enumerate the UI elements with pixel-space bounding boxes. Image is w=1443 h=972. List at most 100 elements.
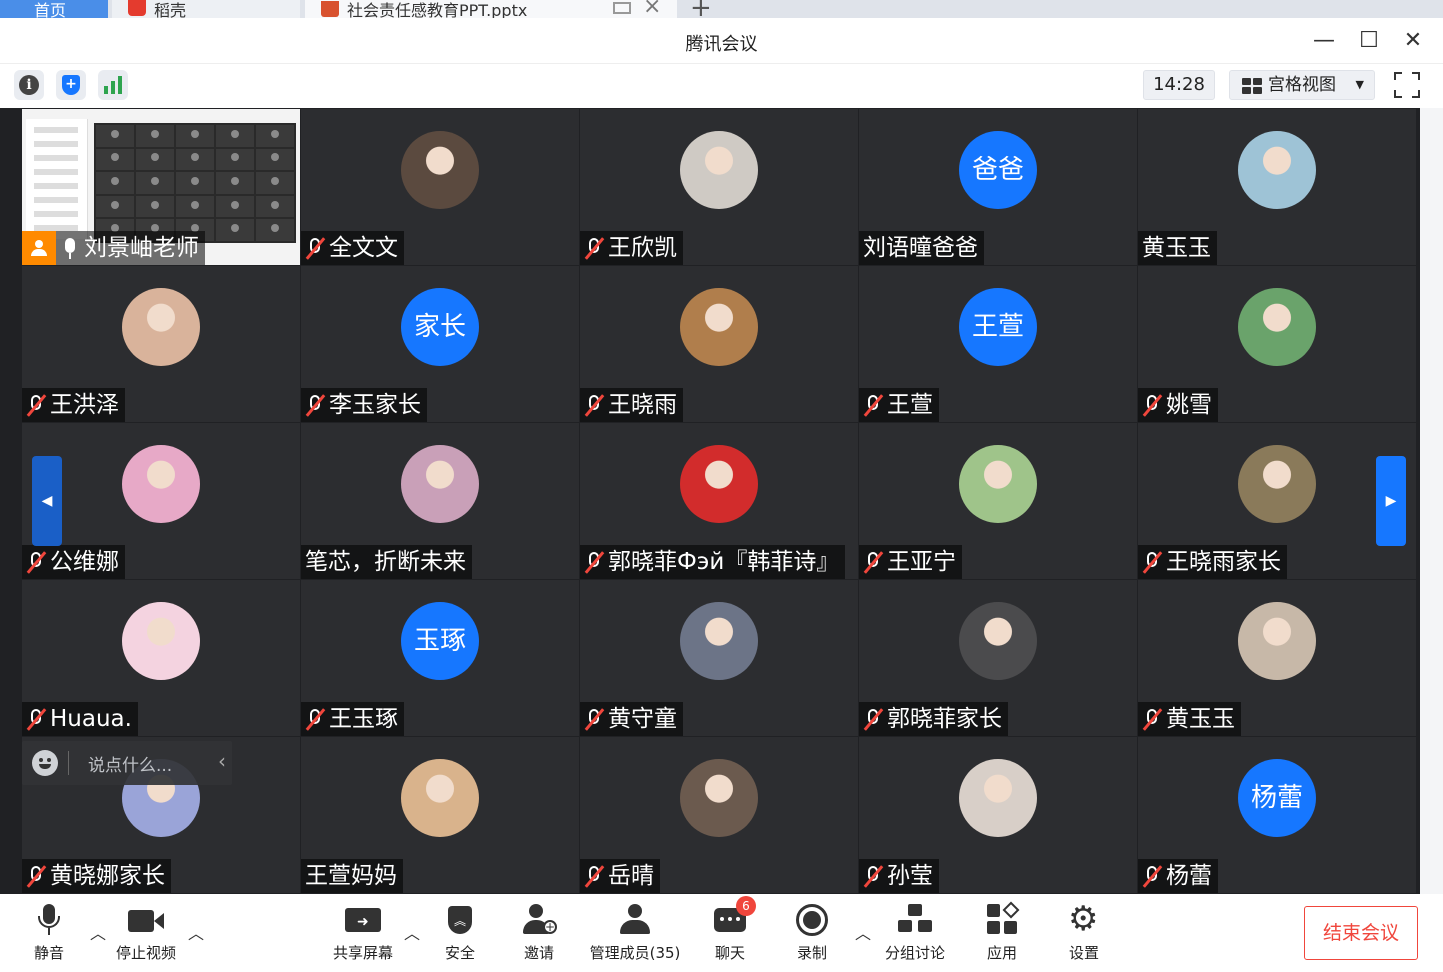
participant-tile[interactable]: 王洪泽 bbox=[22, 266, 300, 422]
record-button[interactable]: 录制 bbox=[792, 902, 832, 963]
participant-tile[interactable]: 王萱妈妈 bbox=[301, 737, 579, 893]
microphone-icon bbox=[29, 902, 69, 938]
end-meeting-button[interactable]: 结束会议 bbox=[1304, 906, 1418, 960]
emoji-icon[interactable] bbox=[32, 750, 58, 776]
participant-tile[interactable]: 王晓雨家长 bbox=[1138, 423, 1416, 579]
chat-quick-input[interactable]: 说点什么... ‹ bbox=[22, 741, 232, 785]
participant-tile[interactable]: 王亚宁 bbox=[859, 423, 1137, 579]
participant-tile[interactable]: 玉琢 王玉琢 bbox=[301, 580, 579, 736]
invite-button[interactable]: + 邀请 bbox=[519, 902, 559, 963]
stop-video-button[interactable]: 停止视频 bbox=[112, 902, 180, 963]
avatar-photo bbox=[122, 602, 200, 680]
participant-name-tag: 郭晓菲Фэй『韩菲诗』 bbox=[580, 545, 846, 579]
security-status-button[interactable]: + bbox=[56, 70, 86, 100]
participant-tile[interactable]: 姚雪 bbox=[1138, 266, 1416, 422]
chat-button[interactable]: 6 聊天 bbox=[710, 896, 756, 963]
chat-input-placeholder[interactable]: 说点什么... bbox=[88, 751, 172, 776]
share-screen-icon: ➜ bbox=[343, 902, 383, 938]
participant-tile[interactable]: 郭晓菲家长 bbox=[859, 580, 1137, 736]
participant-tile[interactable]: 全文文 bbox=[301, 109, 579, 265]
os-tab-daoke[interactable]: 稻壳 bbox=[112, 0, 300, 18]
os-tab-ppt[interactable]: 社会责任感教育PPT.pptx × bbox=[305, 0, 677, 18]
avatar-photo bbox=[959, 759, 1037, 837]
security-button[interactable]: ︽ 安全 bbox=[440, 902, 480, 963]
record-icon bbox=[792, 902, 832, 938]
settings-button[interactable]: ⚙ 设置 bbox=[1064, 902, 1104, 963]
next-page-button[interactable]: ▶ bbox=[1376, 456, 1406, 546]
participant-tile[interactable]: 笔芯，折断未来 bbox=[301, 423, 579, 579]
avatar-photo bbox=[680, 288, 758, 366]
participant-tile[interactable]: Huaua. bbox=[22, 580, 300, 736]
participant-tile[interactable]: 黄玉玉 bbox=[1138, 580, 1416, 736]
video-options-chevron-icon[interactable]: ︿ bbox=[188, 920, 204, 944]
window-title: 腾讯会议 bbox=[685, 34, 758, 55]
avatar-photo bbox=[680, 131, 758, 209]
participant-tile[interactable]: 王萱 王萱 bbox=[859, 266, 1137, 422]
participant-name-tag: 岳晴 bbox=[580, 859, 660, 893]
new-tab-button[interactable]: + bbox=[690, 0, 720, 18]
breakout-rooms-button[interactable]: 分组讨论 bbox=[882, 902, 948, 963]
participant-tile[interactable]: 黄玉玉 bbox=[1138, 109, 1416, 265]
meeting-info-button[interactable]: i bbox=[14, 70, 44, 100]
participant-name: 笔芯，折断未来 bbox=[305, 549, 466, 575]
record-options-chevron-icon[interactable]: ︿ bbox=[855, 920, 871, 944]
participant-name-tag: 王亚宁 bbox=[859, 545, 962, 579]
participant-tile[interactable]: 黄守童 bbox=[580, 580, 858, 736]
microphone-muted-icon bbox=[584, 550, 605, 574]
participant-name-tag: 王洪泽 bbox=[22, 388, 125, 422]
microphone-muted-icon bbox=[1142, 707, 1163, 731]
window-edge bbox=[1420, 108, 1443, 894]
avatar-photo bbox=[122, 288, 200, 366]
participant-name: 王玉琢 bbox=[329, 706, 398, 732]
manage-members-button[interactable]: 管理成员(35) bbox=[587, 902, 683, 963]
participant-name: 黄玉玉 bbox=[1142, 235, 1211, 261]
participant-tile[interactable]: 孙莹 bbox=[859, 737, 1137, 893]
microphone-muted-icon bbox=[584, 707, 605, 731]
avatar-photo bbox=[1238, 288, 1316, 366]
participant-tile[interactable]: 杨蕾 杨蕾 bbox=[1138, 737, 1416, 893]
view-mode-select[interactable]: 宫格视图 ▼ bbox=[1229, 70, 1375, 100]
minimize-button[interactable]: — bbox=[1309, 26, 1339, 56]
os-tab-home[interactable]: 首页 bbox=[0, 0, 108, 18]
participant-tile[interactable]: 爸爸 刘语曈爸爸 bbox=[859, 109, 1137, 265]
participant-tile[interactable]: 王晓雨 bbox=[580, 266, 858, 422]
daoke-logo-icon bbox=[128, 0, 146, 16]
prev-page-button[interactable]: ◀ bbox=[32, 456, 62, 546]
microphone-muted-icon bbox=[1142, 393, 1163, 417]
tab-close-icon[interactable]: × bbox=[643, 0, 661, 18]
add-user-icon: + bbox=[519, 902, 559, 938]
text-avatar: 杨蕾 bbox=[1238, 759, 1316, 837]
participant-tile[interactable]: 岳晴 bbox=[580, 737, 858, 893]
close-button[interactable]: ✕ bbox=[1398, 26, 1428, 56]
share-screen-button[interactable]: ➜ 共享屏幕 bbox=[330, 902, 396, 963]
participant-tile[interactable]: 公维娜 bbox=[22, 423, 300, 579]
microphone-muted-icon bbox=[26, 393, 47, 417]
fullscreen-button[interactable] bbox=[1394, 72, 1420, 98]
maximize-button[interactable]: ☐ bbox=[1354, 26, 1384, 56]
stop-video-label: 停止视频 bbox=[115, 944, 176, 962]
participant-name: 杨蕾 bbox=[1166, 863, 1212, 889]
microphone-muted-icon bbox=[584, 393, 605, 417]
audio-options-chevron-icon[interactable]: ︿ bbox=[90, 920, 106, 944]
os-tab-ppt-label: 社会责任感教育PPT.pptx bbox=[347, 1, 528, 18]
microphone-muted-icon bbox=[863, 550, 884, 574]
mute-button[interactable]: 静音 bbox=[29, 902, 69, 963]
participant-tile[interactable]: 刘景岫老师 bbox=[22, 109, 300, 265]
divider bbox=[68, 751, 69, 775]
participant-name-tag: 王玉琢 bbox=[301, 702, 404, 736]
participant-name: 岳晴 bbox=[608, 863, 654, 889]
monitor-icon[interactable] bbox=[613, 2, 631, 14]
participant-tile[interactable]: 郭晓菲Фэй『韩菲诗』 bbox=[580, 423, 858, 579]
participant-name: 王亚宁 bbox=[887, 549, 956, 575]
participant-name-tag: 刘语曈爸爸 bbox=[859, 231, 984, 265]
participant-tile[interactable]: 家长 李玉家长 bbox=[301, 266, 579, 422]
participant-tile[interactable]: 王欣凯 bbox=[580, 109, 858, 265]
members-icon bbox=[615, 902, 655, 938]
collapse-chat-icon[interactable]: ‹ bbox=[218, 749, 226, 773]
apps-button[interactable]: 应用 bbox=[982, 901, 1022, 963]
network-status-button[interactable] bbox=[98, 70, 128, 100]
share-screen-label: 共享屏幕 bbox=[332, 944, 393, 962]
share-options-chevron-icon[interactable]: ︿ bbox=[404, 920, 420, 944]
security-shield-icon: ︽ bbox=[440, 902, 480, 938]
avatar-photo bbox=[1238, 445, 1316, 523]
